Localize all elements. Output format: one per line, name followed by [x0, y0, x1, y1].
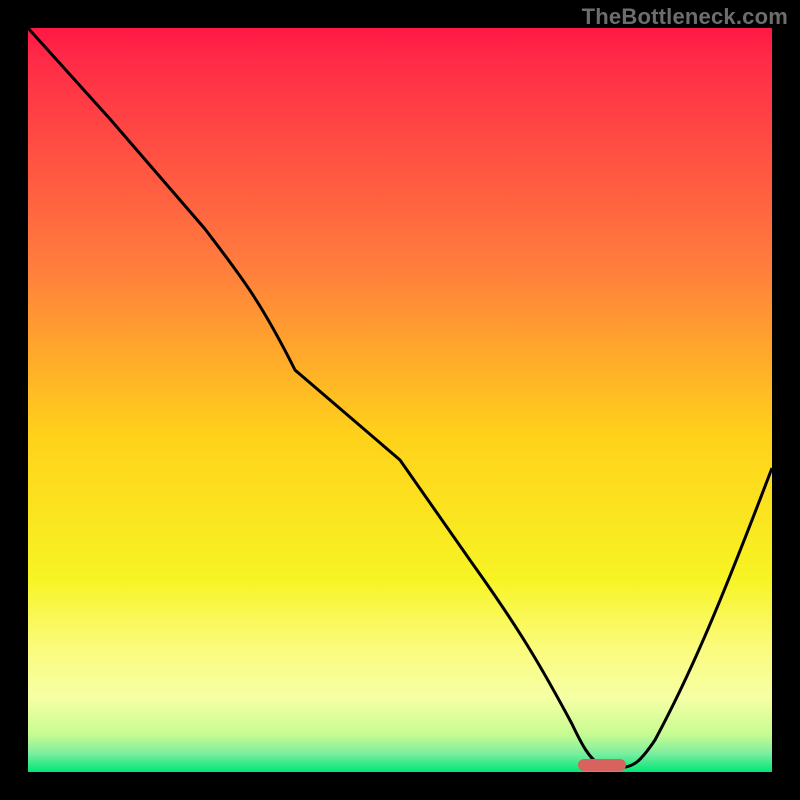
- plot-area: [28, 28, 772, 772]
- watermark-text: TheBottleneck.com: [582, 4, 788, 30]
- chart-stage: TheBottleneck.com: [0, 0, 800, 800]
- chart-svg: [0, 0, 800, 800]
- optimal-zone-marker: [578, 759, 626, 771]
